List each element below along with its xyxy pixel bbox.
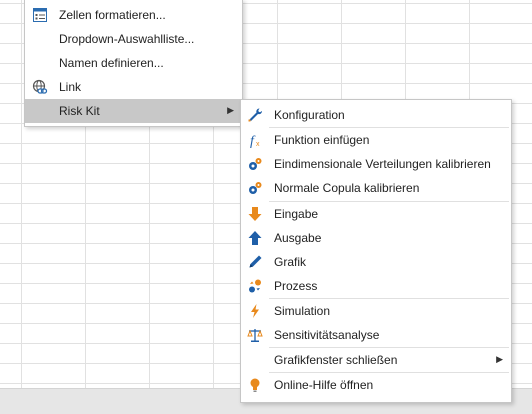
menu-item-label: Simulation (274, 304, 331, 318)
menu-item-label: Sensitivitätsanalyse (274, 328, 380, 342)
menu-item-label: Grafik (274, 255, 307, 269)
menu-item-calibrate-univariate[interactable]: Eindimensionale Verteilungen kalibrieren (241, 152, 511, 176)
menu-item-label: Prozess (274, 279, 318, 293)
menu-item-sensitivity-analysis[interactable]: Sensitivitätsanalyse (241, 323, 511, 347)
submenu-arrow-icon: ▶ (496, 354, 503, 364)
menu-item-label: Online-Hilfe öffnen (274, 378, 374, 392)
menu-item-label: Link (59, 80, 82, 94)
up-arrow-icon (247, 230, 263, 246)
menu-item-process[interactable]: Prozess (241, 274, 511, 298)
menu-item-label: Risk Kit (59, 104, 100, 118)
menu-item-link[interactable]: Link (25, 75, 242, 99)
context-menu: Zellen formatieren... Dropdown-Auswahlli… (24, 0, 243, 127)
menu-item-calibrate-copula[interactable]: Normale Copula kalibrieren (241, 176, 511, 200)
menu-item-label: Eingabe (274, 207, 319, 221)
menu-item-label: Dropdown-Auswahlliste... (59, 32, 195, 46)
menu-item-label: Ausgabe (274, 231, 322, 245)
submenu-arrow-icon: ▶ (227, 105, 234, 115)
menu-item-label: Konfiguration (274, 108, 345, 122)
menu-item-label: Funktion einfügen (274, 133, 370, 147)
function-icon: fx (247, 132, 263, 149)
gears-icon (247, 156, 263, 172)
format-cells-icon (32, 7, 48, 23)
menu-item-risk-kit[interactable]: Risk Kit ▶ (25, 99, 242, 123)
process-icon (247, 278, 263, 294)
risk-kit-submenu: Konfiguration fx Funktion einfügen Eindi… (240, 99, 512, 403)
link-icon (32, 79, 48, 95)
gears-icon (247, 180, 263, 196)
wrench-icon (247, 107, 263, 123)
menu-item-label: Zellen formatieren... (59, 8, 166, 22)
menu-item-label: Grafikfenster schließen (274, 353, 398, 367)
menu-item-format-cells[interactable]: Zellen formatieren... (25, 3, 242, 27)
menu-item-define-names[interactable]: Namen definieren... (25, 51, 242, 75)
lightning-icon (247, 303, 263, 319)
pen-icon (247, 254, 263, 270)
menu-item-online-help[interactable]: Online-Hilfe öffnen (241, 373, 511, 397)
lightbulb-icon (247, 377, 263, 393)
scale-icon (247, 327, 263, 343)
svg-text:x: x (256, 141, 260, 148)
menu-item-label: Normale Copula kalibrieren (274, 181, 420, 195)
menu-item-input[interactable]: Eingabe (241, 202, 511, 226)
menu-item-dropdown-list[interactable]: Dropdown-Auswahlliste... (25, 27, 242, 51)
menu-item-label: Eindimensionale Verteilungen kalibrieren (274, 157, 491, 171)
menu-item-close-chart-windows[interactable]: Grafikfenster schließen ▶ (241, 348, 511, 372)
menu-item-output[interactable]: Ausgabe (241, 226, 511, 250)
menu-item-insert-function[interactable]: fx Funktion einfügen (241, 128, 511, 152)
menu-item-chart[interactable]: Grafik (241, 250, 511, 274)
menu-item-label: Namen definieren... (59, 56, 164, 70)
down-arrow-icon (247, 206, 263, 222)
menu-item-configuration[interactable]: Konfiguration (241, 103, 511, 127)
menu-item-simulation[interactable]: Simulation (241, 299, 511, 323)
